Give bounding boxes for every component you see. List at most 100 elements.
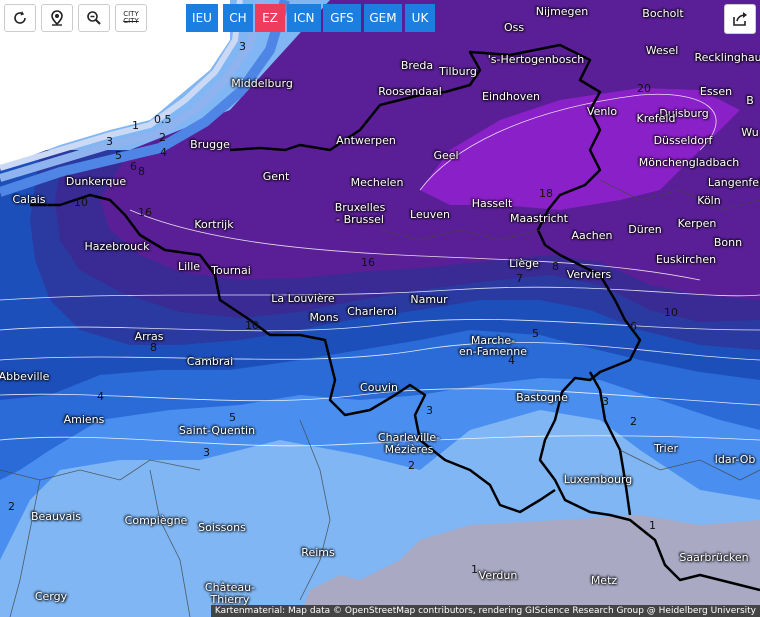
contour-value-label: 7	[516, 272, 523, 285]
city-label: Liège	[509, 257, 539, 270]
city-label: Roosendaal	[378, 85, 442, 98]
city-label: Cambrai	[186, 355, 234, 368]
city-label: Wesel	[645, 44, 679, 57]
contour-value-label: 8	[138, 165, 145, 178]
contour-value-label: 6	[630, 320, 637, 333]
contour-value-label: 16	[361, 256, 375, 269]
location-pin-icon	[51, 10, 63, 26]
city-label: Idar-Ob	[714, 453, 756, 466]
city-label: Bocholt	[642, 7, 684, 20]
contour-value-label: 0.5	[154, 113, 172, 126]
city-label: Langenfel	[707, 176, 760, 189]
city-label: Breda	[400, 59, 434, 72]
city-label: Amiens	[63, 413, 105, 426]
model-button-gem[interactable]: GEM	[364, 4, 402, 32]
city-toggle-label-strike: CITY	[123, 17, 139, 25]
city-label: Oss	[503, 21, 525, 34]
city-label: Kortrijk	[194, 218, 234, 231]
contour-value-label: 4	[97, 390, 104, 403]
city-label: Saarbrücken	[679, 551, 749, 564]
contour-value-label: 2	[630, 415, 637, 428]
city-label: Eindhoven	[482, 90, 540, 103]
contour-value-label: 5	[115, 149, 122, 162]
city-label: Luxembourg	[563, 473, 633, 486]
city-label: Kerpen	[677, 217, 717, 230]
contour-value-label: 16	[138, 206, 152, 219]
zoom-out-button[interactable]	[78, 4, 110, 32]
city-label: Abbeville	[0, 370, 50, 383]
city-label: Namur	[410, 293, 448, 306]
city-label: - Brussel	[336, 213, 384, 226]
city-label: Euskirchen	[655, 253, 717, 266]
contour-value-label: 2	[159, 131, 166, 144]
city-label: Nijmegen	[535, 5, 589, 18]
city-label: Venlo	[586, 105, 618, 118]
model-button-icn[interactable]: ICN	[287, 4, 321, 32]
city-label: Aachen	[571, 229, 613, 242]
refresh-button[interactable]	[4, 4, 36, 32]
city-label: Mechelen	[350, 176, 404, 189]
city-label: Mons	[309, 311, 339, 324]
city-label: Recklinghau	[694, 51, 760, 64]
contour-value-label: 10	[664, 306, 678, 319]
city-toggle-button[interactable]: CITY CITY	[115, 4, 147, 32]
contour-value-label: 10	[74, 196, 88, 209]
model-button-ieu[interactable]: IEU	[186, 4, 218, 32]
city-label: Krefeld	[636, 112, 676, 125]
city-label: Couvin	[360, 381, 398, 394]
city-label: Tilburg	[439, 65, 477, 78]
city-label: Köln	[697, 194, 721, 207]
city-label: Middelburg	[231, 77, 293, 90]
city-label: Metz	[590, 574, 618, 587]
city-label: Antwerpen	[336, 134, 396, 147]
city-label: Essen	[699, 85, 733, 98]
city-label: Mézières	[384, 443, 434, 456]
city-label: Düren	[628, 223, 662, 236]
city-label: Cergy	[34, 590, 68, 603]
city-label: Compiègne	[124, 514, 188, 527]
contour-value-label: 3	[602, 395, 609, 408]
city-label: en-Famenne	[459, 345, 527, 358]
city-label: Charleroi	[347, 305, 397, 318]
model-button-ch[interactable]: CH	[223, 4, 253, 32]
city-label: Saint-Quentin	[178, 424, 256, 437]
contour-value-label: 4	[160, 146, 167, 159]
city-label: Hasselt	[471, 197, 513, 210]
city-label: Dunkerque	[65, 175, 127, 188]
contour-value-label: 1	[132, 119, 139, 132]
contour-value-label: 1	[471, 563, 478, 576]
city-label: Mönchengladbach	[638, 156, 740, 169]
contour-value-label: 3	[203, 446, 210, 459]
contour-value-label: 10	[245, 319, 259, 332]
share-button[interactable]	[724, 4, 756, 34]
zoom-out-icon	[87, 11, 101, 25]
city-label: Verviers	[566, 268, 612, 281]
city-label: Lille	[177, 260, 201, 273]
contour-value-label: 1	[649, 519, 656, 532]
contour-value-label: 20	[637, 82, 651, 95]
contour-value-label: 3	[239, 40, 246, 53]
contour-value-label: 18	[539, 187, 553, 200]
city-label: Bonn	[713, 236, 743, 249]
map-attribution: Kartenmaterial: Map data © OpenStreetMap…	[210, 605, 760, 617]
location-button[interactable]	[41, 4, 73, 32]
city-label: La Louvière	[271, 292, 335, 305]
city-label: Hazebrouck	[84, 240, 150, 253]
city-label: Maastricht	[510, 212, 568, 225]
city-label: Verdun	[478, 569, 518, 582]
share-icon	[733, 12, 747, 26]
city-label: Calais	[12, 193, 46, 206]
city-label: Tournai	[211, 264, 251, 277]
refresh-icon	[14, 11, 26, 24]
contour-value-label: 2	[8, 500, 15, 513]
city-label: Gent	[262, 170, 290, 183]
contour-value-label: 3	[426, 404, 433, 417]
city-label: Leuven	[410, 208, 450, 221]
model-button-gfs[interactable]: GFS	[323, 4, 361, 32]
city-label: Brugge	[190, 138, 230, 151]
city-label: Bastogne	[516, 391, 568, 404]
city-label: 's-Hertogenbosch	[487, 53, 585, 66]
model-button-uk[interactable]: UK	[405, 4, 435, 32]
city-label: Wu	[741, 126, 759, 139]
model-button-ez[interactable]: EZ	[255, 4, 285, 32]
